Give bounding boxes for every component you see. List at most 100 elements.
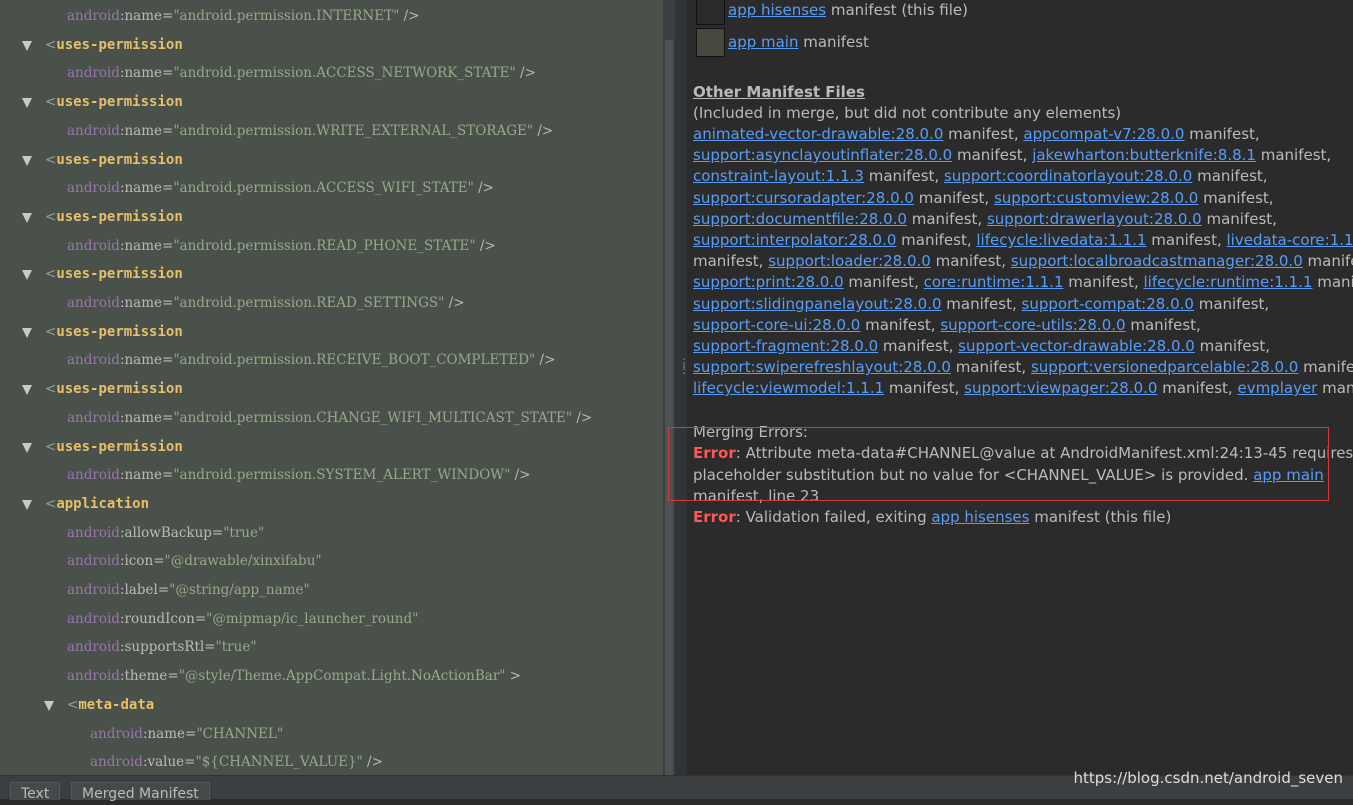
fold-toggle-icon[interactable] [22,385,32,395]
manifest-link[interactable]: support:print:28.0.0 [693,273,844,291]
error-2-link-app-hisenses[interactable]: app hisenses [931,508,1029,526]
legend-link-app-hisenses[interactable]: app hisenses [728,1,826,19]
manifest-link[interactable]: livedata-core:1.1.1 [1227,231,1353,249]
xml-attribute-line[interactable]: android:name="android.permission.ACCESS_… [67,177,494,199]
other-manifest-line: support:swiperefreshlayout:28.0.0 manife… [693,357,1353,378]
tab-merged-manifest[interactable]: Merged Manifest [71,782,210,802]
attr-value: "true" [223,525,265,541]
manifest-link[interactable]: support-vector-drawable:28.0.0 [958,337,1195,355]
fold-toggle-icon[interactable] [22,213,32,223]
manifest-link[interactable]: support:cursoradapter:28.0.0 [693,189,914,207]
manifest-link[interactable]: support:interpolator:28.0.0 [693,231,896,249]
fold-toggle-icon[interactable] [22,500,32,510]
attr-value: "android.permission.RECEIVE_BOOT_COMPLET… [173,352,536,368]
attr-name: :name [119,410,163,426]
tag-name: uses-permission [56,324,183,340]
fold-toggle-icon[interactable] [22,98,32,108]
xml-attribute-line[interactable]: android:value="${CHANNEL_VALUE}" /> [90,751,383,773]
xml-attribute-line[interactable]: android:roundIcon="@mipmap/ic_launcher_r… [67,608,418,630]
attr-name: :name [119,352,163,368]
legend-link-app-main[interactable]: app main [728,33,798,51]
attr-equals: = [157,582,170,598]
xml-attribute-line[interactable]: android:icon="@drawable/xinxifabu" [67,550,322,572]
manifest-link[interactable]: constraint-layout:1.1.3 [693,167,864,185]
xml-tag-line[interactable]: <uses-permission [45,206,183,228]
xml-attribute-line[interactable]: android:name="android.permission.WRITE_E… [67,120,553,142]
fold-toggle-icon[interactable] [22,41,32,51]
xml-attribute-line[interactable]: android:theme="@style/Theme.AppCompat.Li… [67,665,521,687]
attr-namespace: android [67,639,120,655]
xml-attribute-line[interactable]: android:allowBackup="true" [67,522,264,544]
xml-tag-line[interactable]: <meta-data [67,694,154,716]
fold-toggle-icon[interactable] [22,270,32,280]
manifest-text: manifest, [1194,337,1271,355]
xml-attribute-line[interactable]: android:label="@string/app_name" [67,579,310,601]
xml-tag-line[interactable]: <uses-permission [45,263,183,285]
xml-attribute-line[interactable]: android:name="android.permission.RECEIVE… [67,349,555,371]
error-1-link-app-main[interactable]: app main [1253,466,1323,484]
xml-tag-line[interactable]: <uses-permission [45,436,183,458]
manifest-link[interactable]: support:drawerlayout:28.0.0 [987,210,1202,228]
fold-toggle-icon[interactable] [22,328,32,338]
manifest-link[interactable]: lifecycle:viewmodel:1.1.1 [693,379,884,397]
scrollbar-thumb[interactable] [665,40,673,775]
manifest-link[interactable]: support:localbroadcastmanager:28.0.0 [1011,252,1303,270]
other-manifest-line: animated-vector-drawable:28.0.0 manifest… [693,124,1260,145]
watermark: https://blog.csdn.net/android_seven [1073,769,1343,787]
tag-open-bracket: < [67,697,79,713]
manifest-link[interactable]: lifecycle:livedata:1.1.1 [976,231,1146,249]
manifest-link[interactable]: support:customview:28.0.0 [994,189,1198,207]
attr-value: "android.permission.READ_SETTINGS" [173,295,445,311]
manifest-link[interactable]: appcompat-v7:28.0.0 [1023,125,1184,143]
xml-attribute-line[interactable]: android:name="android.permission.SYSTEM_… [67,464,531,486]
manifest-link[interactable]: support:asynclayoutinflater:28.0.0 [693,146,952,164]
manifest-link[interactable]: support:slidingpanelayout:28.0.0 [693,295,942,313]
fold-toggle-icon[interactable] [22,443,32,453]
xml-attribute-line[interactable]: android:name="CHANNEL" [90,723,283,745]
xml-attribute-line[interactable]: android:supportsRtl="true" [67,636,257,658]
attr-name: :name [119,8,163,24]
other-manifest-note: (Included in merge, but did not contribu… [693,104,1122,122]
manifest-link[interactable]: support:swiperefreshlayout:28.0.0 [693,358,951,376]
manifest-link[interactable]: support:coordinatorlayout:28.0.0 [944,167,1192,185]
split-divider[interactable]: ⋮ ⋮ [675,0,690,775]
xml-tag-line[interactable]: <uses-permission [45,321,183,343]
manifest-link[interactable]: evmplayer [1237,379,1317,397]
xml-attribute-line[interactable]: android:name="android.permission.READ_PH… [67,235,496,257]
tag-open-bracket: < [45,152,57,168]
xml-tag-line[interactable]: <uses-permission [45,149,183,171]
error-1-line-2: placeholder substitution but no value fo… [693,465,1324,486]
editor-scrollbar[interactable] [663,0,675,775]
xml-editor[interactable]: android:name="android.permission.INTERNE… [0,0,663,775]
manifest-link[interactable]: support-core-utils:28.0.0 [940,316,1125,334]
manifest-link[interactable]: lifecycle:runtime:1.1.1 [1144,273,1313,291]
xml-attribute-line[interactable]: android:name="android.permission.READ_SE… [67,292,465,314]
manifest-link[interactable]: animated-vector-drawable:28.0.0 [693,125,943,143]
attr-namespace: android [67,467,120,483]
manifest-text: manifest, [1146,231,1227,249]
manifest-link[interactable]: support:viewpager:28.0.0 [964,379,1157,397]
manifest-link[interactable]: core:runtime:1.1.1 [924,273,1064,291]
manifest-link[interactable]: support-compat:28.0.0 [1022,295,1194,313]
fold-toggle-icon[interactable] [22,156,32,166]
xml-tag-line[interactable]: <uses-permission [45,34,183,56]
attr-name: :theme [119,668,168,684]
manifest-link[interactable]: support-fragment:28.0.0 [693,337,878,355]
manifest-text: manifest, [863,167,944,185]
attr-namespace: android [90,754,143,770]
manifest-link[interactable]: support:loader:28.0.0 [768,252,931,270]
tag-name: application [56,496,150,512]
xml-attribute-line[interactable]: android:name="android.permission.CHANGE_… [67,407,592,429]
fold-toggle-icon[interactable] [44,701,54,711]
xml-tag-line[interactable]: <uses-permission [45,91,183,113]
manifest-link[interactable]: support:documentfile:28.0.0 [693,210,907,228]
xml-attribute-line[interactable]: android:name="android.permission.ACCESS_… [67,62,536,84]
error-1-line-1: Error: Attribute meta-data#CHANNEL@value… [693,443,1353,464]
manifest-link[interactable]: support-core-ui:28.0.0 [693,316,860,334]
xml-tag-line[interactable]: <uses-permission [45,378,183,400]
xml-tag-line[interactable]: <application [45,493,149,515]
xml-attribute-line[interactable]: android:name="android.permission.INTERNE… [67,5,419,27]
tab-text[interactable]: Text [10,782,61,802]
manifest-link[interactable]: support:versionedparcelable:28.0.0 [1031,358,1298,376]
manifest-link[interactable]: jakewharton:butterknife:8.8.1 [1032,146,1256,164]
